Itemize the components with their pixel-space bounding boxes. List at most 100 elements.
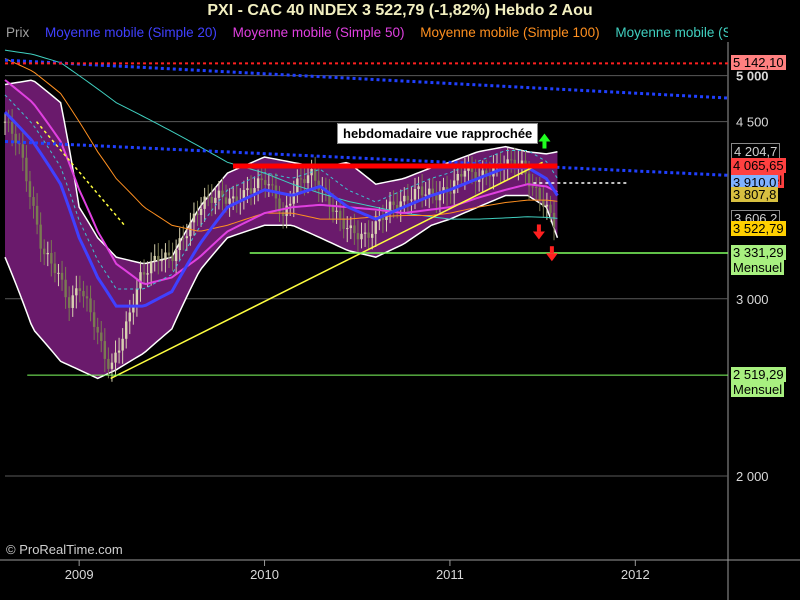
price-tag-4: 3 807,8 [731, 186, 779, 202]
candle-body [174, 250, 178, 262]
arrow-shaft [549, 246, 554, 254]
candle-body [428, 188, 431, 195]
candle-body [531, 186, 534, 188]
candle-body [110, 362, 114, 369]
candle-body [456, 173, 459, 181]
candle-body [363, 232, 367, 234]
y-tick-label-0: 2 000 [736, 469, 769, 484]
candle-body [431, 188, 435, 194]
candle-body [520, 160, 524, 164]
candle-body [78, 288, 82, 291]
candle-body [374, 221, 377, 234]
candle-body [299, 178, 303, 180]
candle-body [538, 187, 541, 200]
candle-body [267, 184, 271, 186]
candle-body [178, 238, 181, 251]
x-tick-label-3: 2012 [621, 567, 650, 582]
candle-body [552, 212, 556, 228]
copyright-text: © ProRealTime.com [6, 542, 123, 557]
candle-body [199, 208, 203, 216]
candle-body [449, 192, 452, 194]
candle-body [185, 236, 189, 239]
candle-body [256, 178, 260, 189]
candle-body [306, 175, 310, 184]
candle-body [39, 224, 42, 249]
candle-body [21, 144, 25, 158]
candle-body [224, 197, 228, 204]
candle-body [420, 186, 424, 196]
price-tag-sub-8: Mensuel [731, 382, 785, 398]
candle-body [353, 225, 356, 234]
candle-body [142, 272, 146, 275]
candle-body [360, 233, 363, 240]
price-tag-6: 3 522,79 [731, 220, 786, 236]
candle-body [338, 210, 342, 219]
price-tag-2: 4 065,65 [731, 158, 786, 173]
candle-body [50, 252, 53, 264]
candle-body [96, 326, 99, 333]
candle-body [43, 248, 46, 255]
candle-body [153, 255, 156, 262]
candle-body [82, 290, 85, 297]
candle-body [92, 312, 96, 327]
candle-body [157, 255, 160, 262]
price-tag-sub-7: Mensuel [731, 260, 785, 276]
candle-body [289, 203, 292, 206]
chart-window: PXI - CAC 40 INDEX 3 522,79 (-1,82%) Heb… [0, 0, 800, 600]
arrow-shaft [536, 224, 541, 232]
candle-body [85, 296, 89, 299]
candle-body [3, 121, 7, 123]
candle-body [424, 194, 427, 196]
y-tick-label-2: 4 500 [736, 115, 769, 130]
price-tag-0: 5 142,10 [731, 55, 786, 71]
candle-body [460, 173, 463, 177]
candle-body [57, 272, 60, 274]
candle-body [463, 170, 467, 177]
candle-body [100, 332, 103, 342]
candle-body [89, 298, 92, 313]
candle-body [196, 213, 199, 216]
candle-body [146, 273, 149, 275]
candle-body [67, 297, 71, 308]
x-tick-label-1: 2010 [250, 567, 279, 582]
candle-body [249, 188, 253, 194]
candle-body [14, 133, 17, 143]
candle-body [410, 199, 413, 201]
candle-body [510, 159, 513, 161]
candle-body [64, 279, 67, 298]
candle-body [371, 233, 374, 238]
candle-body [392, 201, 395, 205]
candle-body [164, 252, 167, 261]
candle-body [231, 196, 235, 199]
y-tick-label-3: 5 000 [736, 69, 769, 84]
candle-body [128, 312, 131, 322]
candle-body [335, 210, 338, 212]
candle-body [549, 204, 552, 213]
candle-body [545, 204, 549, 207]
x-tick-label-0: 2009 [65, 567, 94, 582]
candle-body [107, 358, 110, 369]
candle-body [167, 252, 171, 256]
candle-body [71, 295, 74, 308]
candle-body [121, 338, 124, 351]
candle-body [367, 232, 370, 238]
candle-body [417, 186, 420, 189]
candle-body [235, 196, 238, 202]
price-chart[interactable]: 2 000 3 000 4 500 5 000 2009 2010 2011 2012 [0, 0, 800, 600]
candle-body [32, 197, 35, 206]
candle-body [403, 195, 406, 202]
candle-body [46, 252, 49, 255]
candle-body [356, 233, 360, 240]
candle-body [160, 260, 164, 262]
candle-body [25, 157, 28, 182]
candle-body [117, 350, 121, 353]
candle-body [264, 180, 267, 185]
candle-body [53, 263, 57, 273]
arrow-shaft [542, 141, 547, 149]
candle-body [413, 188, 417, 200]
candle-body [149, 261, 153, 274]
candle-body [260, 178, 263, 181]
candle-body [7, 121, 10, 123]
chart-annotation: hebdomadaire vue rapprochée [337, 123, 539, 144]
candle-body [207, 196, 210, 198]
